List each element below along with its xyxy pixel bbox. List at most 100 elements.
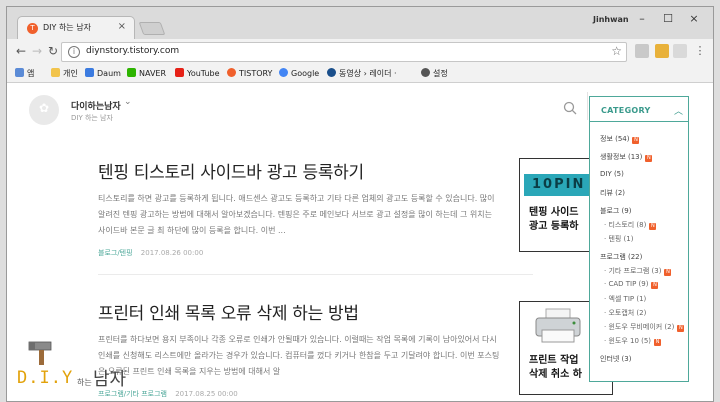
category-item[interactable]: 인터넷 (3) [600,354,631,364]
new-badge-icon: N [677,325,685,332]
post-item[interactable]: 프린터 인쇄 목록 오류 삭제 하는 방법 프린터를 하다보면 용지 부족이나 … [98,299,518,399]
category-item[interactable]: 생활정보 (13) N [600,152,653,162]
bookmark-apps[interactable]: 앱 [15,68,34,79]
printer-icon [535,308,581,343]
search-icon[interactable] [563,101,577,115]
diy-logo-text: D.I.Y [17,368,74,388]
category-item-label: · 기타 프로그램 (3) [604,267,662,275]
google-icon [279,68,288,77]
category-item[interactable]: · 기타 프로그램 (3) N [604,266,672,276]
post-excerpt: 프린터를 하다보면 용지 부족이나 각종 오류로 인쇄가 안될때가 있습니다. … [98,335,500,376]
reload-icon[interactable]: ↻ [45,43,61,59]
thumbnail-caption-line1: 텐핑 사이드 [529,207,579,218]
post-title[interactable]: 텐핑 티스토리 사이드바 광고 등록하기 [98,158,518,183]
blog-menu-chevron-icon[interactable]: ⌄ [124,97,132,107]
post-title[interactable]: 프린터 인쇄 목록 오류 삭제 하는 방법 [98,299,518,324]
new-badge-icon: N [651,282,659,289]
tistory-icon [227,68,236,77]
category-item-label: · 오토캡처 (2) [604,309,647,317]
tistory-favicon-icon: T [27,23,38,34]
daum-icon [85,68,94,77]
chevron-up-icon[interactable]: ︿ [674,104,683,117]
category-item-label: DIY (5) [600,170,624,178]
thumbnail-caption-line2: 삭제 취소 하 [529,369,582,380]
category-header-label: CATEGORY [601,106,651,115]
diy-logo: D.I.Y 하는 남자 [17,336,157,396]
post-excerpt: 티스토리를 하면 광고를 등록하게 됩니다. 애드센스 광고도 등록하고 기타 … [98,194,495,235]
site-info-icon[interactable]: i [68,46,80,58]
diy-logo-small-text: 하는 [77,378,92,387]
category-item[interactable]: 블로그 (9) [600,206,631,216]
address-bar[interactable]: i diynstory.tistory.com ☆ [61,42,627,62]
category-item[interactable]: · 윈도우 10 (5) N [604,336,662,346]
forward-icon[interactable]: → [29,43,45,59]
category-item-label: · CAD TIP (9) [604,280,649,288]
diy-logo-big-text: 남자 [93,369,127,390]
new-badge-icon: N [645,155,653,162]
header-divider [587,92,588,120]
bookmark-tistory[interactable]: TISTORY [227,68,272,78]
category-item-label: · 엑셀 TIP (1) [604,295,647,303]
category-item[interactable]: · 텐핑 (1) [604,234,633,244]
category-item-label: 인터넷 (3) [600,355,632,363]
new-tab-button[interactable] [138,22,166,35]
post-item[interactable]: 텐핑 티스토리 사이드바 광고 등록하기 티스토리를 하면 광고를 등록하게 됩… [98,158,518,258]
minimize-icon[interactable]: – [631,11,653,27]
url-text[interactable]: diynstory.tistory.com [86,46,179,56]
bookmark-daum[interactable]: Daum [85,68,121,78]
category-item[interactable]: 정보 (54) N [600,134,640,144]
bookmark-star-icon[interactable]: ☆ [611,44,622,58]
category-header[interactable]: CATEGORY ︿ [590,97,688,122]
blog-avatar[interactable]: ✿ [29,95,59,125]
bookmark-folder-personal[interactable]: 개인 [51,68,78,79]
browser-tab[interactable]: T DIY 하는 남자 × [17,16,135,40]
post-date: 2017.08.26 00:00 [140,249,204,257]
flower-icon: ✿ [39,101,50,115]
category-item[interactable]: · 티스토리 (8) N [604,220,657,230]
maximize-icon[interactable]: ☐ [657,11,679,27]
tab-close-icon[interactable]: × [118,21,126,32]
hammer-icon [28,341,52,365]
bookmark-naver[interactable]: NAVER [127,68,166,78]
thumbnail-caption-line1: 프린트 작업 [529,355,579,366]
post-date: 2017.08.25 00:00 [175,390,238,398]
category-item[interactable]: 리뷰 (2) [600,188,625,198]
blog-name[interactable]: 다이하는남자 [71,99,121,112]
bookmark-google[interactable]: Google [279,68,319,78]
folder-icon [51,68,60,77]
category-panel: CATEGORY ︿ 정보 (54) N 생활정보 (13) N DIY (5) 리뷰 (… [589,96,689,382]
extension-3-icon[interactable] [673,44,687,58]
category-item-label: · 윈도우 무비메이커 (2) [604,323,675,331]
category-item[interactable]: · 엑셀 TIP (1) [604,294,646,304]
category-item-label: 리뷰 (2) [600,189,626,197]
post-meta: 프로그램/기타 프로그램 2017.08.25 00:00 [98,389,518,399]
profile-name[interactable]: Jinhwan [593,15,629,24]
close-window-icon[interactable]: × [683,11,705,27]
youtube-icon [175,68,184,77]
category-item-label: 생활정보 (13) [600,153,643,161]
menu-icon[interactable]: ⋮ [693,44,707,58]
post-divider [98,274,533,275]
bookmark-video[interactable]: 동영상 › 레이더 · [327,68,397,79]
extension-1-icon[interactable] [635,44,649,58]
gear-icon [421,68,430,77]
category-item-label: · 텐핑 (1) [604,235,634,243]
navigation-toolbar: ← → ↻ i diynstory.tistory.com ☆ ⋮ [7,39,713,65]
category-item-label: · 티스토리 (8) [604,221,647,229]
extension-2-icon[interactable] [655,44,669,58]
title-bar: T DIY 하는 남자 × Jinhwan – ☐ × [7,7,713,40]
category-item[interactable]: · 윈도우 무비메이커 (2) N [604,322,685,332]
back-icon[interactable]: ← [13,43,29,59]
thumbnail-caption-line2: 광고 등록하 [529,221,579,232]
category-item[interactable]: · 오토캡처 (2) [604,308,646,318]
category-item[interactable]: 프로그램 (22) [600,252,642,262]
post-category-link[interactable]: 블로그/텐핑 [98,249,133,257]
category-item-label: 정보 (54) [600,135,630,143]
category-item[interactable]: · CAD TIP (9) N [604,280,659,289]
blog-page: ✿ 다이하는남자 ⌄ DIY 하는 남자 텐핑 티스토리 사이드바 광고 등록하… [7,84,713,401]
bookmark-settings[interactable]: 설정 [421,68,448,79]
category-item[interactable]: DIY (5) [600,170,624,178]
browser-window: T DIY 하는 남자 × Jinhwan – ☐ × ← → ↻ i diyn… [6,6,714,402]
bookmark-youtube[interactable]: YouTube [175,68,220,78]
video-icon [327,68,336,77]
